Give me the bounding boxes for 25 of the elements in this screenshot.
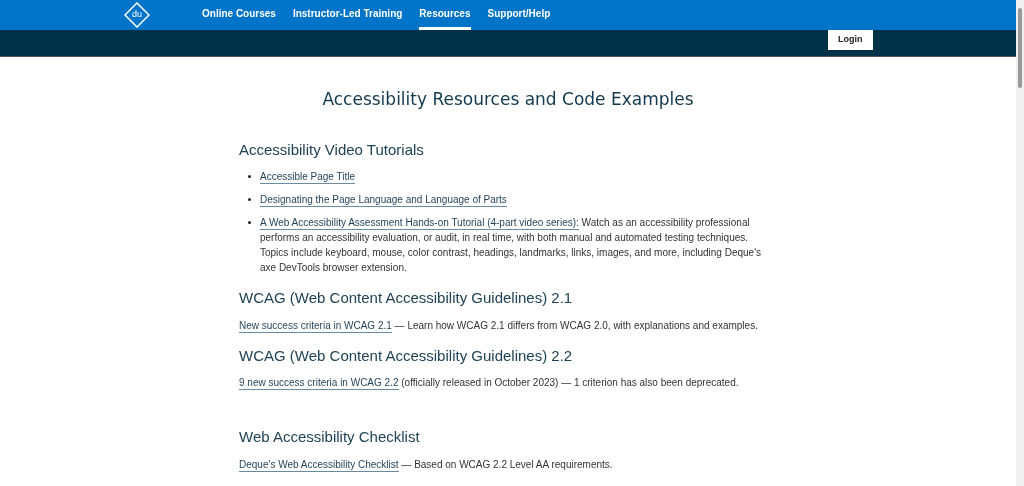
section-heading: WCAG (Web Content Accessibility Guidelines) 2.1 <box>239 288 574 308</box>
diamond-icon <box>124 2 150 28</box>
text-link[interactable]: New success criteria in WCAG 2.1 <box>239 319 392 333</box>
paragraph: 9 new success criteria in WCAG 2.2 (officially released in October 2023) — 1 criterion has also been deprecated. <box>239 376 740 390</box>
paragraph: Deque's Web Accessibility Checklist — Based on WCAG 2.2 Level AA requirements. <box>239 457 614 472</box>
nav-link[interactable]: Support/Help <box>487 0 551 30</box>
bullet-icon <box>248 198 251 201</box>
login-button[interactable]: Login <box>828 30 873 50</box>
nav-link[interactable]: Online Courses <box>202 0 276 30</box>
paragraph: New success criteria in WCAG 2.1 — Learn how WCAG 2.1 differs from WCAG 2.0, with explanations and examples. <box>239 318 759 333</box>
text-link[interactable]: 9 new success criteria in WCAG 2.2 <box>239 377 399 390</box>
paragraph: A Web Accessibility Assessment Hands-on Tutorial (4-part video series): Watch as an accessibility professional performs an accessibility evaluation, or audit, in real time, with both manual and automated testing techniques. Topics include keyboard, mouse, color contrast, headings, landmarks, links, images, and more, including Deque's axe DevTools browser extension. <box>260 216 763 275</box>
text-link[interactable]: Designating the Page Language and Language of Parts <box>260 194 507 207</box>
text-link[interactable]: Deque's Web Accessibility Checklist <box>239 458 399 472</box>
section-heading: WCAG (Web Content Accessibility Guidelines) 2.2 <box>239 345 574 366</box>
logo[interactable]: du <box>124 2 150 28</box>
page-title: Accessibility Resources and Code Examples <box>322 88 694 111</box>
text-link[interactable]: A Web Accessibility Assessment Hands-on Tutorial (4-part video series): <box>260 217 579 230</box>
section-heading: Web Accessibility Checklist <box>239 427 421 447</box>
scrollbar[interactable] <box>1016 0 1024 486</box>
nav-link[interactable]: Instructor-Led Training <box>292 0 403 30</box>
bullet-icon <box>248 221 251 224</box>
section-heading: Accessibility Video Tutorials <box>239 139 425 160</box>
bullet-icon <box>248 175 251 178</box>
text-link[interactable]: Accessible Page Title <box>260 171 356 184</box>
